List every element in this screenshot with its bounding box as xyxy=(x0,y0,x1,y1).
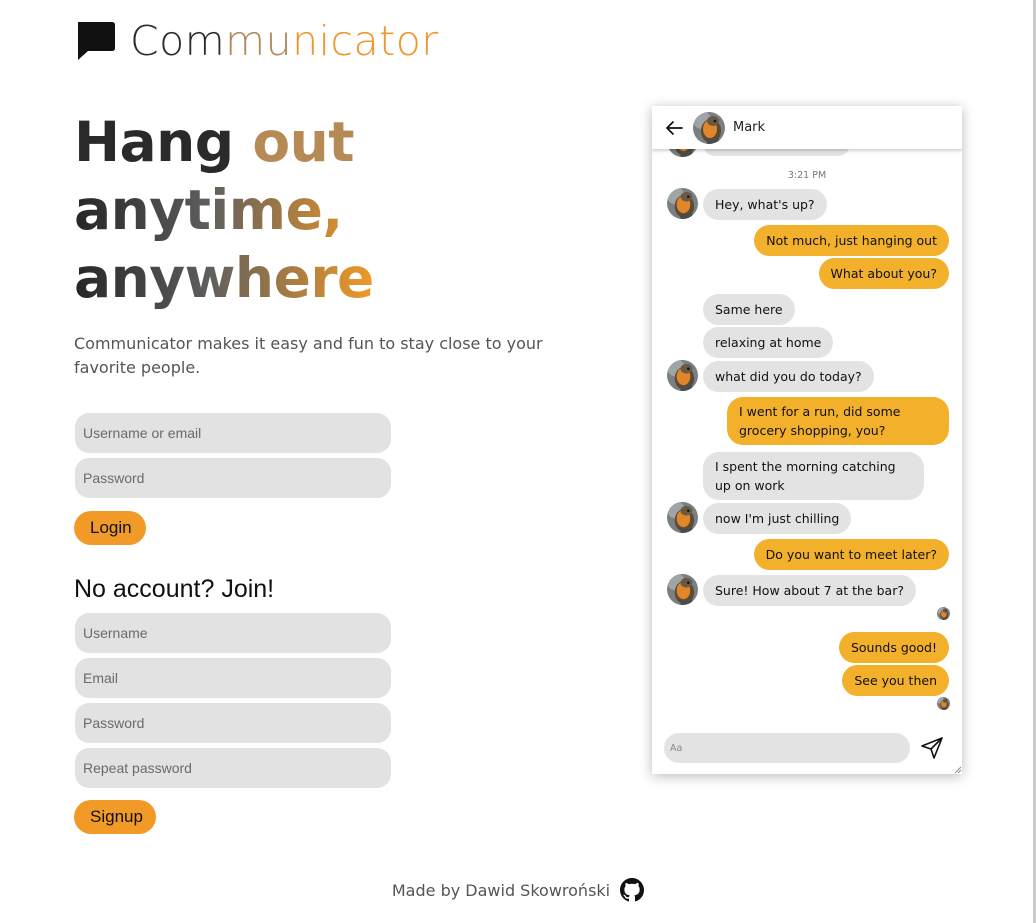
login-button[interactable]: Login xyxy=(74,511,146,545)
hero-line-3: anywhere xyxy=(74,246,374,310)
chat-message: I went for a run, did some grocery shopp… xyxy=(727,397,949,445)
seen-indicator-avatar xyxy=(937,697,950,710)
signup-password-input[interactable] xyxy=(75,703,391,743)
chat-message: what did you do today? xyxy=(703,361,874,392)
contact-avatar xyxy=(667,502,698,533)
signup-email-input[interactable] xyxy=(75,658,391,698)
contact-avatar xyxy=(667,360,698,391)
chat-message: Sounds good! xyxy=(838,632,949,663)
chat-message: See you then xyxy=(842,665,949,696)
signup-title: No account? Join! xyxy=(74,575,275,603)
back-arrow-icon[interactable] xyxy=(663,117,685,139)
message-input[interactable] xyxy=(664,733,910,763)
chat-bubble-icon xyxy=(78,22,115,60)
signup-button[interactable]: Signup xyxy=(74,800,156,834)
chat-preview: 3:21 PM Hey, what's up? Not much, just h… xyxy=(652,106,962,774)
chat-message: Hey, what's up? xyxy=(703,189,827,220)
hero-line-2: anytime, xyxy=(74,176,374,244)
signup-username-input[interactable] xyxy=(75,613,391,653)
contact-avatar xyxy=(667,574,698,605)
github-icon[interactable] xyxy=(620,878,645,902)
contact-avatar xyxy=(667,188,698,219)
login-username-input[interactable] xyxy=(75,413,391,453)
chat-message: Same here xyxy=(703,294,795,325)
footer-credit: Made by Dawid Skowroński xyxy=(391,880,611,900)
chat-message: Sure! How about 7 at the bar? xyxy=(703,575,916,606)
contact-avatar xyxy=(693,112,725,144)
signup-form: Signup xyxy=(74,613,391,834)
signup-repeat-password-input[interactable] xyxy=(75,748,391,788)
footer: Made by Dawid Skowroński xyxy=(0,878,1036,902)
login-password-input[interactable] xyxy=(75,458,391,498)
login-form: Login xyxy=(74,413,391,545)
contact-name: Mark xyxy=(733,120,766,135)
message-list[interactable]: 3:21 PM Hey, what's up? Not much, just h… xyxy=(652,106,962,774)
message-timestamp: 3:21 PM xyxy=(787,170,827,181)
chat-header: Mark xyxy=(652,106,962,149)
send-icon[interactable] xyxy=(920,736,944,760)
brand: Communicator xyxy=(74,20,439,62)
hero-line-1: Hang out xyxy=(74,110,355,174)
chat-message: I spent the morning catching up on work xyxy=(703,452,924,500)
chat-message: relaxing at home xyxy=(703,327,834,358)
chat-message: now I'm just chilling xyxy=(703,503,852,534)
chat-message: Do you want to meet later? xyxy=(753,539,949,570)
seen-indicator-avatar xyxy=(937,607,950,620)
chat-message: Not much, just hanging out xyxy=(754,225,949,256)
hero-lead: Communicator makes it easy and fun to st… xyxy=(74,334,543,377)
brand-name: Communicator xyxy=(130,16,439,65)
resize-grip-icon[interactable] xyxy=(952,764,962,774)
chat-message: What about you? xyxy=(818,258,949,289)
hero-heading: Hang out anytime, anywhere xyxy=(74,108,374,312)
